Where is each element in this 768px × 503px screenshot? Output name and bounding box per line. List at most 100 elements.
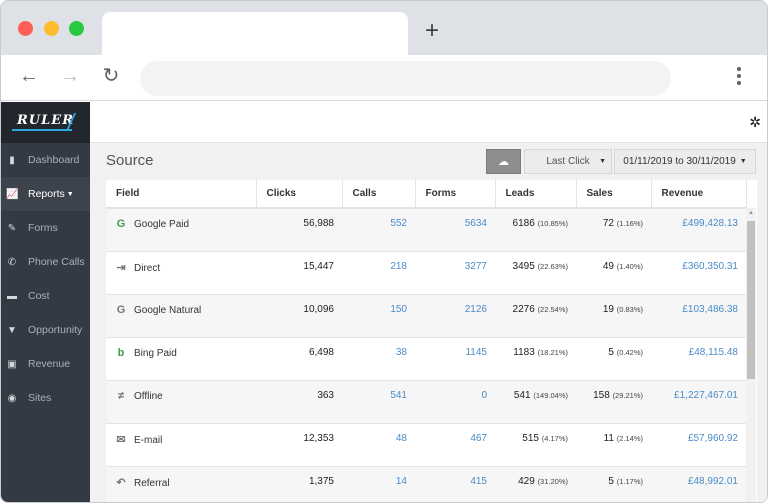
column-header-leads[interactable]: Leads [495,180,577,209]
sidebar-item-sites[interactable]: ◉ Sites [1,381,90,415]
sidebar-item-label: Dashboard [28,154,80,166]
leads-percentage: (18.21%) [537,347,568,357]
scroll-up-arrow-icon[interactable]: ▲ [748,210,754,216]
reply-icon: ↶ [116,476,126,489]
sidebar-item-cost[interactable]: ▬ Cost [1,279,90,313]
minimize-window-button[interactable] [44,21,59,36]
column-header-forms[interactable]: Forms [415,180,496,209]
leads-cell: 1183 (18.21%) [495,337,576,381]
revenue-link[interactable]: £1,227,467.01 [651,380,746,424]
revenue-link[interactable]: £57,960.92 [651,423,746,467]
field-name: Google Natural [134,304,202,316]
close-window-button[interactable] [18,21,33,36]
sidebar-item-reports[interactable]: 📈 Reports ▼ [1,177,90,211]
forms-link[interactable]: 3277 [415,251,495,295]
browser-tab[interactable] [102,12,408,55]
address-bar[interactable] [140,61,671,96]
leads-cell: 3495 (22.63%) [495,251,576,295]
main-content: ✲ Source ☁ Last Click ▼ 01/11/2019 to 30… [90,102,767,502]
google-icon: G [116,218,126,230]
sidebar-item-label: Opportunity [28,324,83,336]
revenue-link[interactable]: £360,350.31 [651,251,746,295]
field-name: Bing Paid [134,347,177,359]
forms-link[interactable]: 0 [415,380,495,424]
field-cell: ≠ Offline [106,380,256,424]
table-row[interactable]: ⇥ Direct 15,447 218 3277 3495 (22.63%) 49 (1.4… [106,251,746,295]
forms-link[interactable]: 467 [415,423,495,467]
sidebar-item-phone-calls[interactable]: ✆ Phone Calls [1,245,90,279]
sales-value: 158 [593,389,610,401]
dashboard-icon: ▮ [9,154,15,166]
attribution-model-select[interactable]: Last Click ▼ [524,149,612,174]
field-cell: G Google Paid [106,208,256,252]
date-range-picker[interactable]: 01/11/2019 to 30/11/2019 ▼ [614,149,756,174]
leads-cell: 515 (4.17%) [495,423,576,467]
field-name: Google Paid [134,219,190,230]
sidebar-item-dashboard[interactable]: ▮ Dashboard [1,143,90,177]
forms-link[interactable]: 5634 [415,208,495,252]
forward-icon[interactable]: → [59,65,81,87]
sidebar: RULER ▮ Dashboard 📈 Reports ▼ ✎ Forms ✆ Phone Ca… [1,102,90,502]
calls-link[interactable]: 541 [342,380,415,424]
forms-link[interactable]: 415 [415,466,495,502]
column-header-revenue[interactable]: Revenue [651,180,747,209]
table-row[interactable]: ↶ Referral 1,375 14 415 429 (31.20%) 5 (1.17%)… [106,466,746,502]
pencil-icon: ✎ [7,222,17,234]
maximize-window-button[interactable] [69,21,84,36]
leads-value: 429 [518,475,535,487]
sales-value: 19 [602,303,614,315]
logo-underline [12,129,72,131]
revenue-link[interactable]: £48,115.48 [651,337,746,381]
logo-text: RULER [17,113,74,128]
sidebar-item-opportunity[interactable]: ▼ Opportunity [1,313,90,347]
scrollbar-thumb[interactable] [747,221,755,379]
revenue-link[interactable]: £48,992.01 [651,466,746,502]
caret-down-icon: ▼ [599,158,606,165]
table-row[interactable]: b Bing Paid 6,498 38 1145 1183 (18.21%) 5 (0.4… [106,337,746,381]
column-header-clicks[interactable]: Clicks [256,180,343,209]
logo[interactable]: RULER [1,102,90,143]
credit-card-icon: ▬ [7,290,17,302]
table-scrollbar[interactable]: ▲ [746,208,756,502]
source-table: Field Clicks Calls Forms Leads Sales Revenue G… [106,180,757,502]
leads-cell: 6186 (10.85%) [495,208,576,252]
new-tab-button[interactable]: + [425,19,439,43]
back-icon[interactable]: ← [18,65,40,87]
sidebar-item-forms[interactable]: ✎ Forms [1,211,90,245]
table-row[interactable]: G Google Paid 56,988 552 5634 6186 (10.85%) 72… [106,208,746,252]
calls-link[interactable]: 150 [342,294,415,338]
table-row[interactable]: ✉ E-mail 12,353 48 467 515 (4.17%) 11 (2.14%) £… [106,423,746,467]
clicks-cell: 1,375 [256,466,342,502]
table-row[interactable]: G Google Natural 10,096 150 2126 2276 (22.54%… [106,294,746,338]
calls-link[interactable]: 14 [342,466,415,502]
reload-icon[interactable]: ↻ [100,65,122,87]
clicks-cell: 10,096 [256,294,342,338]
forms-link[interactable]: 1145 [415,337,495,381]
column-header-calls[interactable]: Calls [342,180,416,209]
sidebar-item-revenue[interactable]: ▣ Revenue [1,347,90,381]
browser-menu-icon[interactable] [731,67,747,89]
leads-percentage: (10.85%) [537,219,568,228]
forms-link[interactable]: 2126 [415,294,495,338]
money-icon: ▣ [7,358,17,370]
calls-link[interactable]: 218 [342,251,415,295]
sidebar-item-label: Sites [28,392,52,404]
attribution-model-value: Last Click [546,156,590,167]
revenue-link[interactable]: £103,486.38 [651,294,746,338]
sales-cell: 19 (0.83%) [576,294,651,338]
calls-link[interactable]: 552 [342,208,415,252]
calls-link[interactable]: 38 [342,337,415,381]
revenue-link[interactable]: £499,428.13 [651,208,746,252]
column-header-field[interactable]: Field [106,180,257,209]
gear-icon[interactable]: ✲ [749,114,761,131]
leads-value: 1183 [513,346,535,358]
sidebar-item-label: Phone Calls [28,256,85,268]
sales-cell: 72 (1.16%) [576,208,651,252]
column-header-sales[interactable]: Sales [576,180,652,209]
download-button[interactable]: ☁ [486,149,521,174]
table-row[interactable]: ≠ Offline 363 541 0 541 (149.04%) 158 (29.21%)… [106,380,746,424]
page-title: Source [106,152,154,169]
clicks-cell: 6,498 [256,337,342,381]
calls-link[interactable]: 48 [342,423,415,467]
leads-value: 515 [522,432,539,444]
